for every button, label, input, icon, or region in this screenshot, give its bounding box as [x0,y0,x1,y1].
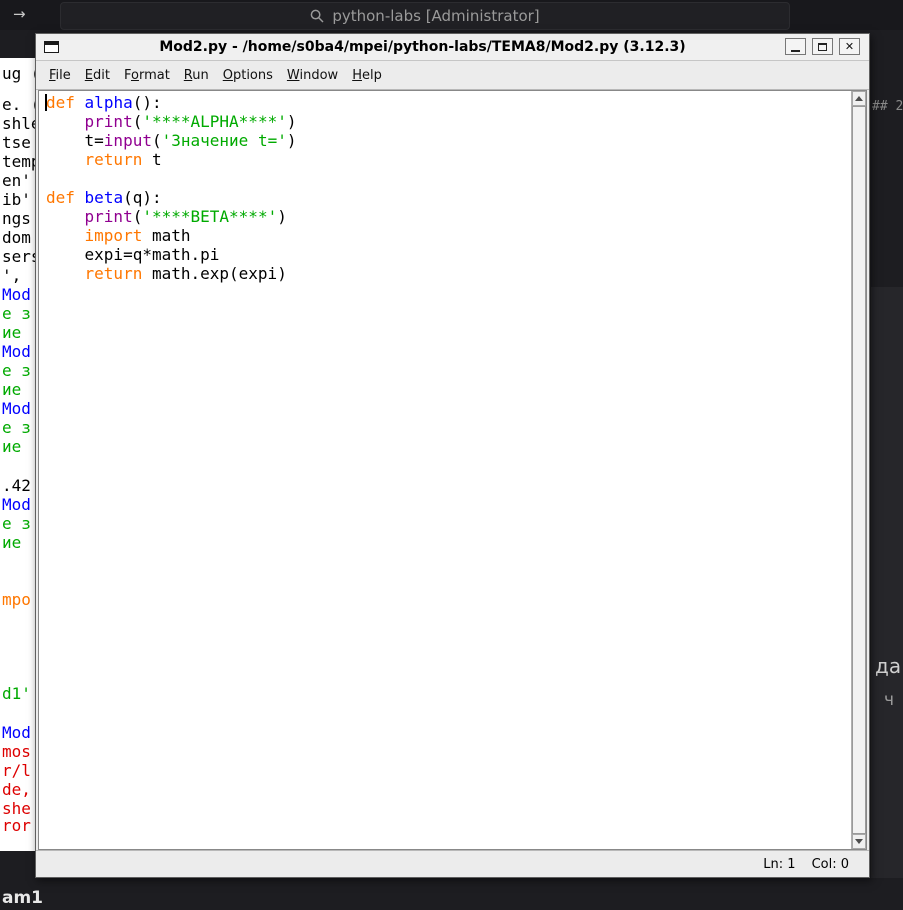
status-column-number: Col: 0 [812,857,849,872]
idle-editor-window: Mod2.py - /home/s0ba4/mpei/python-labs/T… [35,33,870,878]
maximize-icon [818,43,827,51]
search-box[interactable]: python-labs [Administrator] [60,2,790,30]
code-line: return t [46,150,850,169]
window-title-bar[interactable]: Mod2.py - /home/s0ba4/mpei/python-labs/T… [36,34,869,61]
code-line: def beta(q): [46,188,850,207]
background-bottom-text: am1 [2,888,43,908]
close-icon: ✕ [845,41,854,52]
text-cursor [45,94,47,111]
code-line: import math [46,226,850,245]
menu-window[interactable]: Window [280,64,345,87]
scrollbar-thumb[interactable] [852,106,866,834]
editor-area[interactable]: def alpha(): print('****ALPHA****') t=in… [38,90,867,850]
desktop: → python-labs [Administrator] ug (e. (sh… [0,0,903,910]
close-button[interactable]: ✕ [839,38,860,55]
scroll-down-arrow[interactable] [852,834,866,849]
code-text: def alpha(): print('****ALPHA****') t=in… [39,93,850,283]
menu-run[interactable]: Run [177,64,216,87]
terminal-title-bar: → python-labs [Administrator] [0,0,903,30]
background-text-fragment: ## 2 [872,100,903,114]
minimize-icon [791,50,800,52]
code-line: return math.exp(expi) [46,264,850,283]
menu-file[interactable]: File [42,64,78,87]
menu-help[interactable]: Help [345,64,389,87]
menu-options[interactable]: Options [216,64,280,87]
vertical-scrollbar[interactable] [851,91,866,849]
code-line: t=input('Значение t=') [46,131,850,150]
menu-edit[interactable]: Edit [78,64,117,87]
scroll-up-arrow[interactable] [852,91,866,106]
code-line: def alpha(): [46,93,850,112]
menu-bar: FileEditFormatRunOptionsWindowHelp [36,61,869,90]
terminal-window-title: python-labs [Administrator] [332,7,539,25]
window-title: Mod2.py - /home/s0ba4/mpei/python-labs/T… [76,39,769,55]
window-controls: ✕ [785,38,860,55]
menu-format[interactable]: Format [117,64,177,87]
window-icon [44,41,59,53]
maximize-button[interactable] [812,38,833,55]
background-shell-window [0,58,36,851]
code-line: print('****ALPHA****') [46,112,850,131]
search-icon [310,9,324,23]
minimize-button[interactable] [785,38,806,55]
status-line-number: Ln: 1 [763,857,795,872]
code-line: expi=q*math.pi [46,245,850,264]
status-bar: Ln: 1 Col: 0 [36,850,869,877]
code-line: print('****BETA****') [46,207,850,226]
background-right-band [871,287,903,878]
arrow-icon[interactable]: → [13,5,26,23]
code-line [46,169,850,188]
